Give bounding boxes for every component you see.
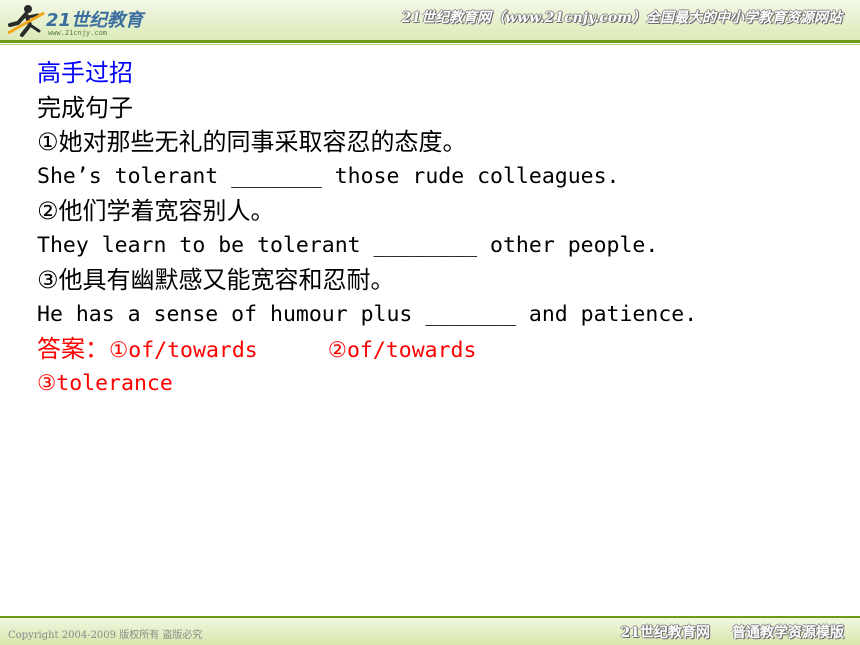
answer-2: ②of/towards bbox=[327, 338, 477, 363]
item-2-chinese: ②他们学着宽容别人。 bbox=[37, 197, 275, 225]
item-1-chinese: ①她对那些无礼的同事采取容忍的态度。 bbox=[37, 128, 467, 156]
answer-1: ①of/towards bbox=[109, 338, 258, 363]
item-3-chinese: ③他具有幽默感又能宽容和忍耐。 bbox=[37, 266, 395, 294]
item-2-english: They learn to be tolerant ________ other… bbox=[37, 232, 659, 258]
slide-title: 高手过招 bbox=[37, 59, 133, 87]
footer-branding: 21世纪教育网 普通教学资源模版 bbox=[599, 622, 844, 642]
header-bar: 21世纪教育 www.21cnjy.com 21世纪教育网（www.21cnjy… bbox=[0, 0, 860, 40]
header-divider bbox=[0, 40, 860, 43]
site-logo[interactable]: 21世纪教育 www.21cnjy.com bbox=[6, 3, 146, 39]
footer-bar: Copyright 2004-2009 版权所有 盗版必究 21世纪教育网 普通教… bbox=[0, 618, 860, 645]
footer-tagline: 普通教学资源模版 bbox=[732, 625, 844, 641]
item-1-english: She’s tolerant _______ those rude collea… bbox=[37, 163, 620, 189]
footer-site-name[interactable]: 21世纪教育网 bbox=[621, 625, 710, 641]
running-figure-icon bbox=[7, 5, 45, 37]
slide-subtitle: 完成句子 bbox=[37, 93, 133, 122]
answer-3: ③tolerance bbox=[37, 370, 173, 396]
footer-copyright: Copyright 2004-2009 版权所有 盗版必究 bbox=[8, 630, 203, 641]
slide-content: 高手过招 完成句子 ①她对那些无礼的同事采取容忍的态度。 She’s toler… bbox=[37, 56, 837, 401]
header-divider-thin bbox=[0, 44, 860, 45]
logo-url-text: www.21cnjy.com bbox=[48, 29, 108, 37]
item-3-english: He has a sense of humour plus _______ an… bbox=[37, 301, 698, 327]
answer-line: 答案：①of/towards ②of/towards bbox=[37, 332, 837, 367]
header-slogan: 21世纪教育网（www.21cnjy.com）全国最大的中小学教育资源网站 bbox=[401, 10, 842, 26]
answer-label: 答案： bbox=[37, 335, 109, 363]
